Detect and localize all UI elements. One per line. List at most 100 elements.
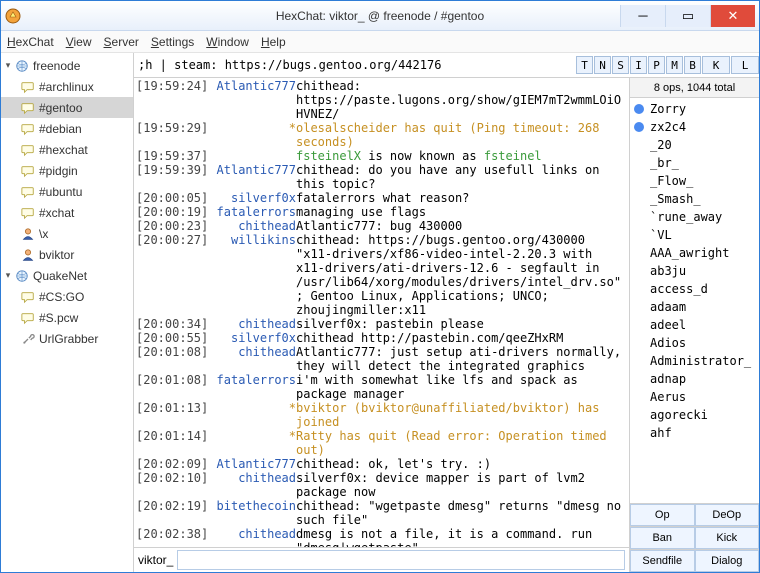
op-dot-icon xyxy=(634,158,644,168)
op-button[interactable]: Op xyxy=(630,504,695,526)
kick-button[interactable]: Kick xyxy=(695,527,760,549)
globe-icon xyxy=(14,58,30,74)
mode-flag-k[interactable]: K xyxy=(702,56,730,74)
channel-ubuntu[interactable]: #ubuntu xyxy=(1,181,133,202)
chat-log[interactable]: [19:59:24]Atlantic777chithead: https://p… xyxy=(134,78,629,547)
minimize-button[interactable]: ─ xyxy=(620,5,665,27)
channel-xchat[interactable]: #xchat xyxy=(1,202,133,223)
topic-text[interactable]: ;h | steam: https://bugs.gentoo.org/4421… xyxy=(138,58,441,72)
chat-line: [20:00:55]silverf0xchithead http://paste… xyxy=(136,331,627,345)
chat-line: [19:59:39]Atlantic777chithead: do you ha… xyxy=(136,163,627,191)
op-dot-icon xyxy=(634,104,644,114)
mode-flag-b[interactable]: B xyxy=(684,56,701,74)
mode-flag-t[interactable]: T xyxy=(576,56,593,74)
user-list[interactable]: Zorryzx2c4_20_br__Flow__Smash_`rune_away… xyxy=(630,98,759,503)
user-item[interactable]: ahf xyxy=(630,424,759,442)
input-nick[interactable]: viktor_ xyxy=(138,553,173,567)
channel-Spcw[interactable]: #S.pcw xyxy=(1,307,133,328)
op-dot-icon xyxy=(634,212,644,222)
mode-flag-l[interactable]: L xyxy=(731,56,759,74)
tool-icon xyxy=(20,331,36,347)
channel-icon xyxy=(20,184,36,200)
user-item[interactable]: adaam xyxy=(630,298,759,316)
close-button[interactable]: ✕ xyxy=(710,5,755,27)
menu-window[interactable]: Window xyxy=(206,35,249,49)
chat-line: [20:02:10]chitheadsilverf0x: device mapp… xyxy=(136,471,627,499)
chat-line: [20:01:08]chitheadAtlantic777: just setu… xyxy=(136,345,627,373)
channel-debian[interactable]: #debian xyxy=(1,118,133,139)
mode-flag-n[interactable]: N xyxy=(594,56,611,74)
user-item[interactable]: Zorry xyxy=(630,100,759,118)
tree-user[interactable]: bviktor xyxy=(1,244,133,265)
user-item[interactable]: _Smash_ xyxy=(630,190,759,208)
dialog-button[interactable]: Dialog xyxy=(695,550,760,572)
chat-line: [20:00:05]silverf0xfatalerrors what reas… xyxy=(136,191,627,205)
menu-server[interactable]: Server xyxy=(104,35,139,49)
user-icon xyxy=(20,247,36,263)
user-item[interactable]: agorecki xyxy=(630,406,759,424)
user-item[interactable]: `rune_away xyxy=(630,208,759,226)
input-row: viktor_ xyxy=(134,547,629,572)
chat-line: [20:01:13]*bviktor (bviktor@unaffiliated… xyxy=(136,401,627,429)
network-quakenet[interactable]: ▾QuakeNet xyxy=(1,265,133,286)
chat-line: [19:59:29]*olesalscheider has quit (Ping… xyxy=(136,121,627,149)
mode-flag-s[interactable]: S xyxy=(612,56,629,74)
op-dot-icon xyxy=(634,284,644,294)
user-item[interactable]: AAA_awright xyxy=(630,244,759,262)
menu-view[interactable]: View xyxy=(66,35,92,49)
channel-hexchat[interactable]: #hexchat xyxy=(1,139,133,160)
user-item[interactable]: Aerus xyxy=(630,388,759,406)
op-dot-icon xyxy=(634,374,644,384)
network-freenode[interactable]: ▾freenode xyxy=(1,55,133,76)
chat-line: [20:01:14]*Ratty has quit (Read error: O… xyxy=(136,429,627,457)
op-dot-icon xyxy=(634,176,644,186)
ban-button[interactable]: Ban xyxy=(630,527,695,549)
channel-icon xyxy=(20,289,36,305)
user-item[interactable]: _20 xyxy=(630,136,759,154)
op-dot-icon xyxy=(634,266,644,276)
channel-icon xyxy=(20,310,36,326)
user-item[interactable]: adeel xyxy=(630,316,759,334)
op-dot-icon xyxy=(634,428,644,438)
sendfile-button[interactable]: Sendfile xyxy=(630,550,695,572)
user-item[interactable]: access_d xyxy=(630,280,759,298)
tree-user[interactable]: \x xyxy=(1,223,133,244)
user-item[interactable]: Adios xyxy=(630,334,759,352)
mode-flag-i[interactable]: I xyxy=(630,56,647,74)
menu-hexchat[interactable]: HexChat xyxy=(7,35,54,49)
globe-icon xyxy=(14,268,30,284)
channel-archlinux[interactable]: #archlinux xyxy=(1,76,133,97)
chat-line: [19:59:37]fsteinelX is now known as fste… xyxy=(136,149,627,163)
menu-settings[interactable]: Settings xyxy=(151,35,194,49)
chat-line: [20:02:19]bitethecoinchithead: "wgetpast… xyxy=(136,499,627,527)
user-item[interactable]: ab3ju xyxy=(630,262,759,280)
channel-pidgin[interactable]: #pidgin xyxy=(1,160,133,181)
user-item[interactable]: `VL xyxy=(630,226,759,244)
chat-line: [20:00:34]chitheadsilverf0x: pastebin pl… xyxy=(136,317,627,331)
op-dot-icon xyxy=(634,410,644,420)
user-item[interactable]: Administrator_ xyxy=(630,352,759,370)
app-icon xyxy=(5,8,21,24)
channel-icon xyxy=(20,100,36,116)
user-item[interactable]: _Flow_ xyxy=(630,172,759,190)
channel-icon xyxy=(20,163,36,179)
maximize-button[interactable]: ▭ xyxy=(665,5,710,27)
user-item[interactable]: adnap xyxy=(630,370,759,388)
channel-gentoo[interactable]: #gentoo xyxy=(1,97,133,118)
op-dot-icon xyxy=(634,356,644,366)
tree-tool[interactable]: UrlGrabber xyxy=(1,328,133,349)
op-dot-icon xyxy=(634,194,644,204)
menubar: HexChat View Server Settings Window Help xyxy=(1,31,759,53)
user-item[interactable]: zx2c4 xyxy=(630,118,759,136)
op-dot-icon xyxy=(634,320,644,330)
channel-tree[interactable]: ▾freenode#archlinux#gentoo#debian#hexcha… xyxy=(1,53,134,572)
deop-button[interactable]: DeOp xyxy=(695,504,760,526)
channel-CSGO[interactable]: #CS:GO xyxy=(1,286,133,307)
menu-help[interactable]: Help xyxy=(261,35,286,49)
chat-line: [20:00:19]fatalerrorsmanaging use flags xyxy=(136,205,627,219)
user-item[interactable]: _br_ xyxy=(630,154,759,172)
ops-count[interactable]: 8 ops, 1044 total xyxy=(630,78,759,98)
message-input[interactable] xyxy=(177,550,625,570)
mode-flag-m[interactable]: M xyxy=(666,56,683,74)
mode-flag-p[interactable]: P xyxy=(648,56,665,74)
